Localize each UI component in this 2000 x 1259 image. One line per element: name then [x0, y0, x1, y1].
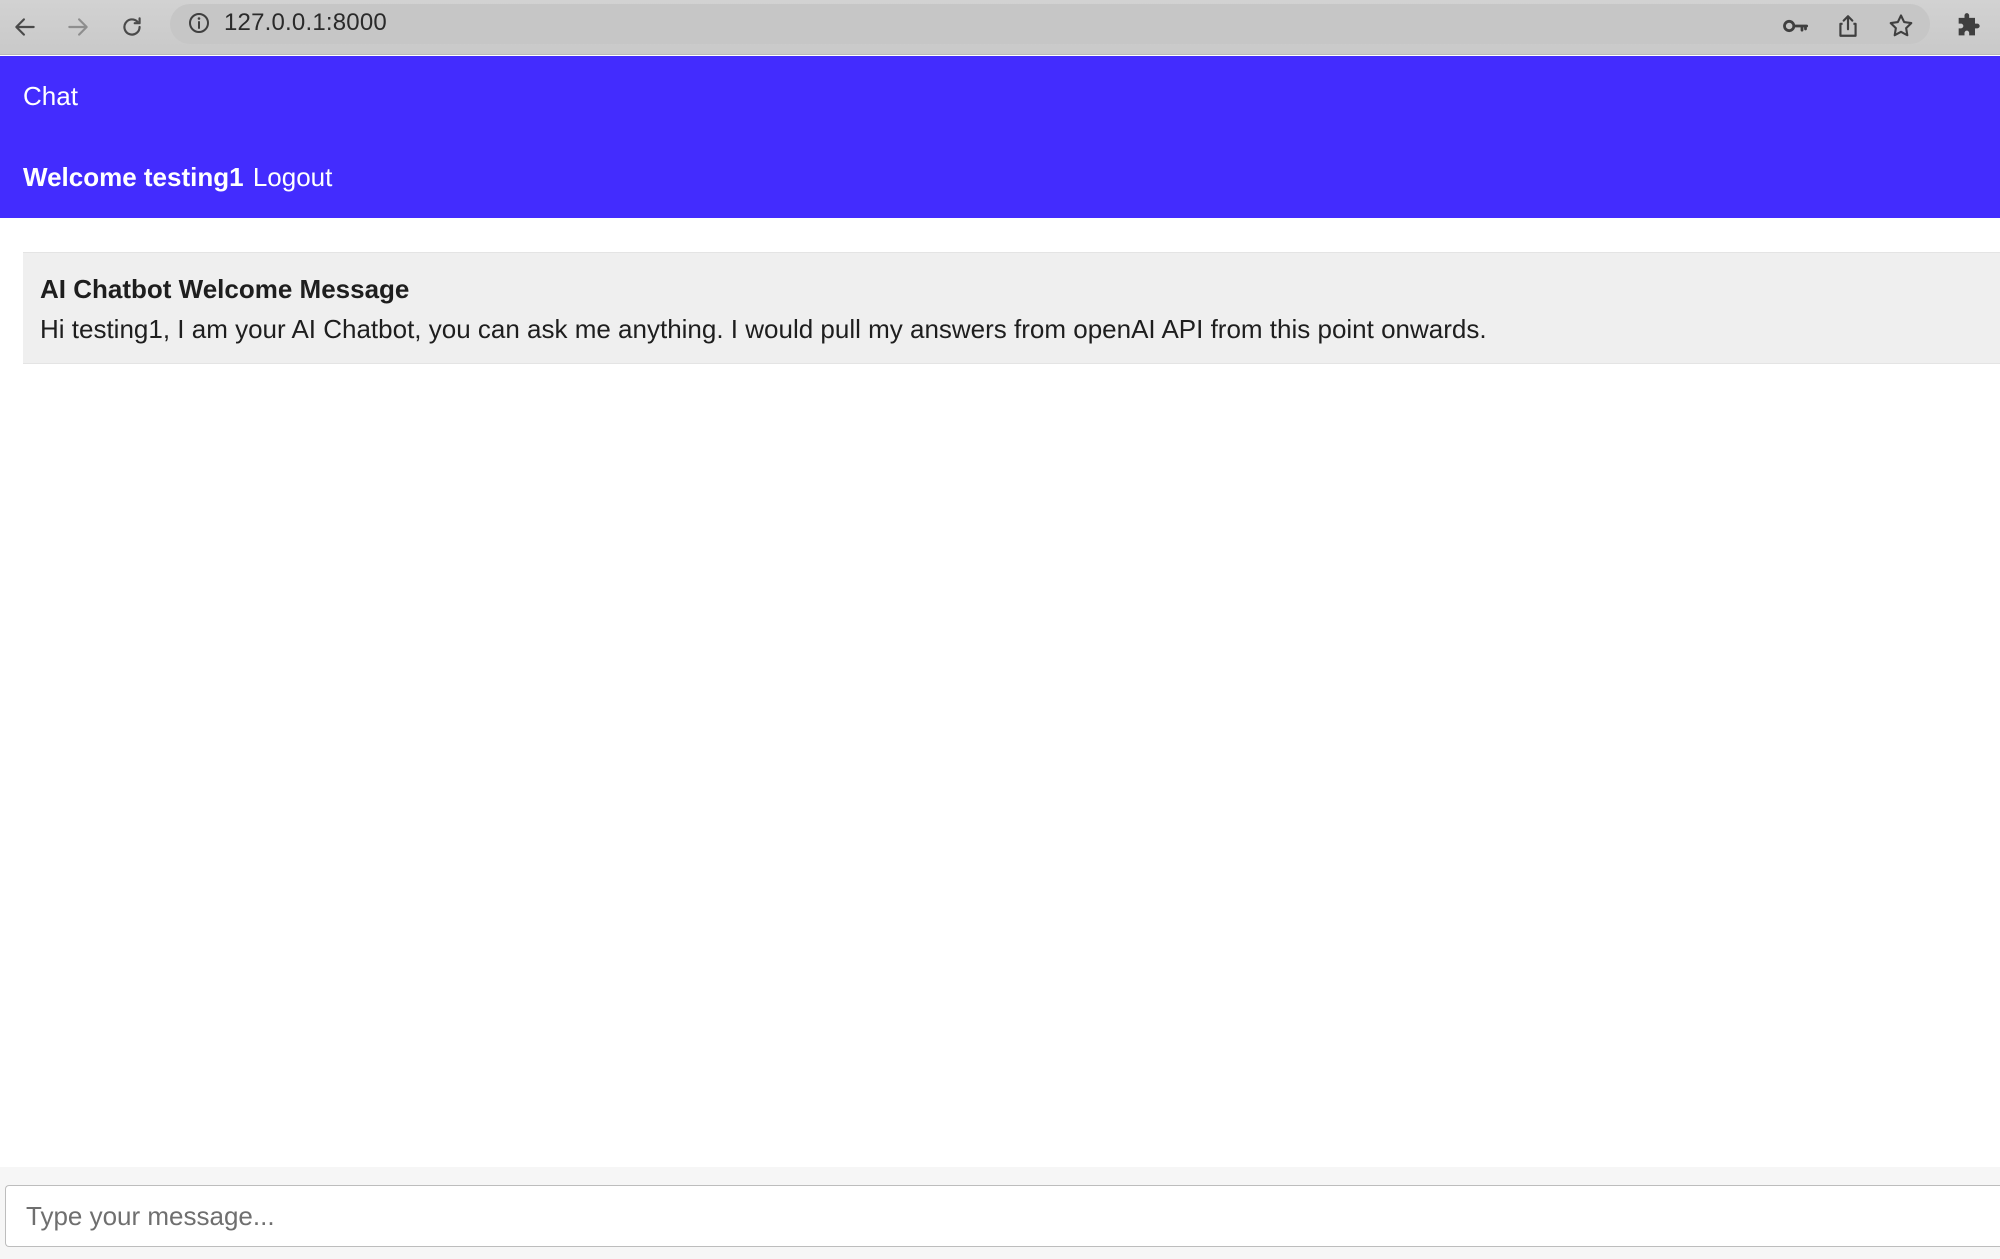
arrow-left-icon — [15, 18, 35, 36]
message-composer — [0, 1167, 2000, 1259]
logout-link[interactable]: Logout — [253, 162, 333, 192]
welcome-text: Welcome testing1 — [23, 162, 244, 192]
forward-button[interactable] — [57, 6, 99, 48]
message-title: AI Chatbot Welcome Message — [40, 274, 410, 304]
password-button[interactable] — [1775, 6, 1815, 46]
app-title[interactable]: Chat — [23, 80, 78, 112]
bookmark-button[interactable] — [1881, 6, 1921, 46]
back-button[interactable] — [4, 6, 46, 48]
key-icon — [1783, 19, 1809, 33]
reload-icon — [123, 17, 141, 36]
user-bar: Welcome testing1 Logout — [0, 136, 2000, 218]
arrow-right-icon — [68, 18, 88, 36]
message-input[interactable] — [5, 1185, 2000, 1247]
address-bar[interactable] — [170, 4, 1930, 44]
share-button[interactable] — [1828, 6, 1868, 46]
puzzle-icon — [1958, 13, 1980, 36]
chat-message: AI Chatbot Welcome Message Hi testing1, … — [23, 252, 2000, 364]
info-icon[interactable] — [186, 10, 212, 36]
browser-toolbar: 127.0.0.1:8000 — [0, 0, 2000, 55]
address-url[interactable]: 127.0.0.1:8000 — [224, 8, 387, 38]
message-body: Hi testing1, I am your AI Chatbot, you c… — [40, 314, 1487, 344]
reload-button[interactable] — [111, 6, 153, 48]
welcome-row: Welcome testing1 Logout — [23, 161, 332, 193]
extensions-button[interactable] — [1948, 6, 1988, 46]
app-navbar: Chat — [0, 56, 2000, 136]
share-icon — [1839, 15, 1857, 37]
star-icon — [1889, 14, 1913, 37]
